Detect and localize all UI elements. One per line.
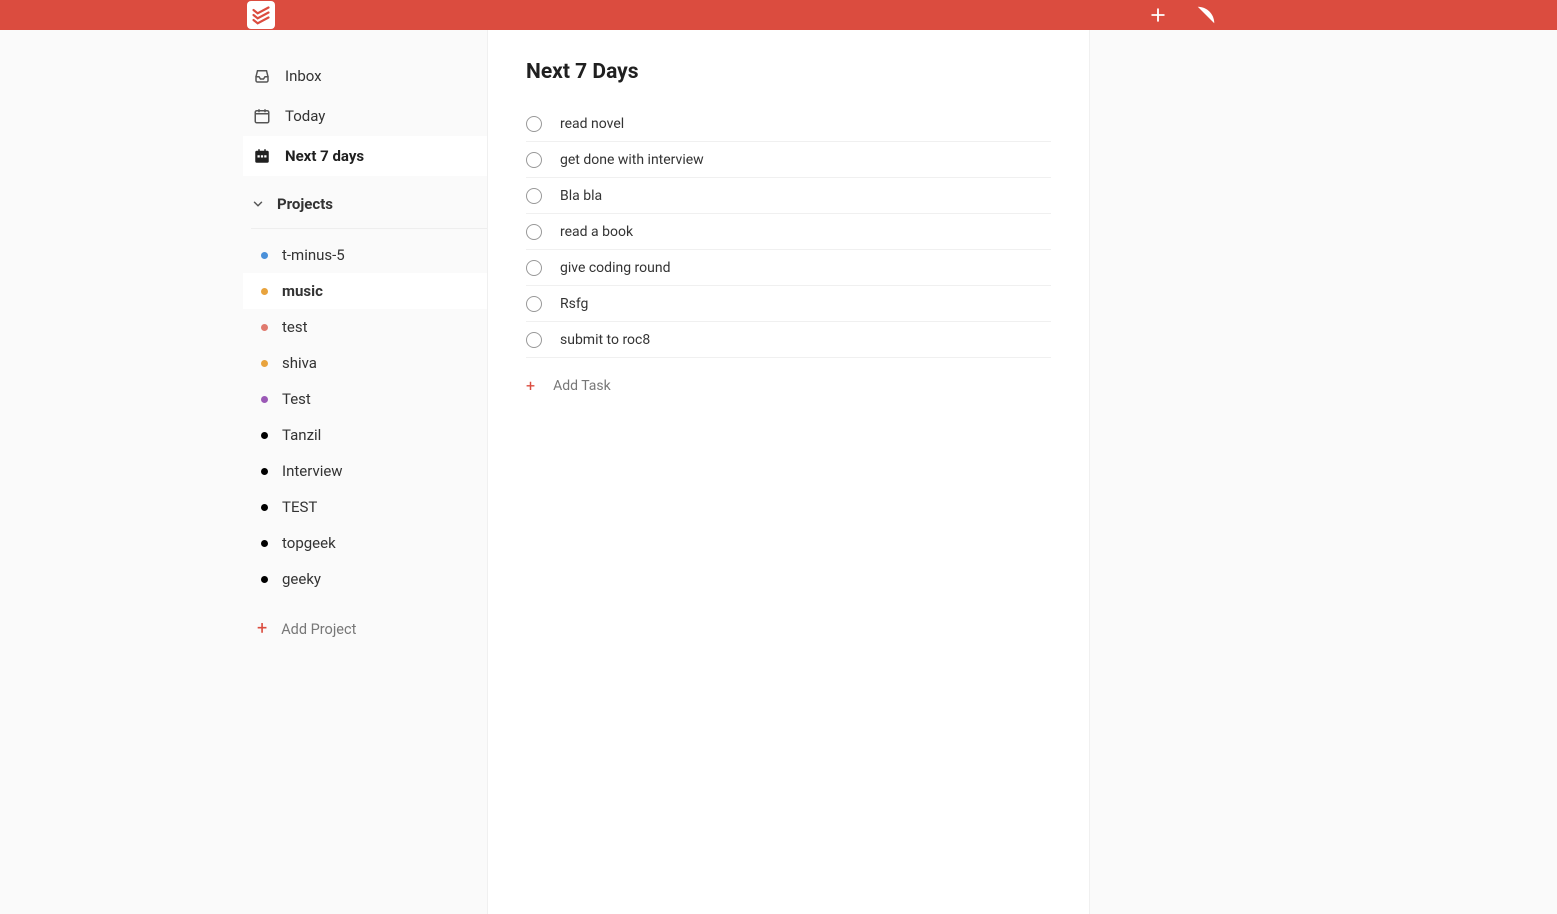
task-label: submit to roc8 bbox=[560, 332, 650, 348]
task-checkbox[interactable] bbox=[526, 188, 542, 204]
task-checkbox[interactable] bbox=[526, 296, 542, 312]
project-label: Interview bbox=[282, 462, 343, 480]
project-item[interactable]: Interview bbox=[243, 453, 487, 489]
project-label: topgeek bbox=[282, 534, 336, 552]
pizza-icon[interactable] bbox=[1194, 3, 1218, 27]
task-row[interactable]: Bla bla bbox=[526, 178, 1051, 214]
project-label: TEST bbox=[282, 498, 317, 516]
task-row[interactable]: submit to roc8 bbox=[526, 322, 1051, 358]
chevron-down-icon bbox=[249, 195, 267, 213]
todoist-logo-icon bbox=[251, 5, 271, 25]
plus-icon: + bbox=[257, 620, 267, 638]
project-color-dot bbox=[261, 432, 268, 439]
add-project-label: Add Project bbox=[281, 621, 356, 638]
task-row[interactable]: get done with interview bbox=[526, 142, 1051, 178]
projects-header-label: Projects bbox=[277, 195, 333, 213]
project-color-dot bbox=[261, 288, 268, 295]
sidebar-filter-label: Inbox bbox=[285, 67, 322, 85]
calendar-today-icon bbox=[253, 107, 271, 125]
project-color-dot bbox=[261, 576, 268, 583]
task-row[interactable]: give coding round bbox=[526, 250, 1051, 286]
project-list: t-minus-5 music test shiva Test Tanzil Intervi… bbox=[243, 237, 487, 597]
project-item[interactable]: t-minus-5 bbox=[243, 237, 487, 273]
plus-icon: + bbox=[526, 378, 535, 394]
project-label: music bbox=[282, 282, 323, 300]
project-color-dot bbox=[261, 324, 268, 331]
add-task-label: Add Task bbox=[553, 378, 611, 394]
project-item[interactable]: test bbox=[243, 309, 487, 345]
task-checkbox[interactable] bbox=[526, 116, 542, 132]
sidebar-filter-next7[interactable]: Next 7 days bbox=[243, 136, 487, 176]
project-color-dot bbox=[261, 396, 268, 403]
task-row[interactable]: read novel bbox=[526, 106, 1051, 142]
task-checkbox[interactable] bbox=[526, 224, 542, 240]
project-item[interactable]: geeky bbox=[243, 561, 487, 597]
project-color-dot bbox=[261, 360, 268, 367]
app-body: Inbox Today Next 7 days Projects t-minus… bbox=[0, 30, 1557, 914]
topbar-left bbox=[0, 1, 275, 29]
project-color-dot bbox=[261, 468, 268, 475]
divider bbox=[251, 228, 487, 229]
project-label: t-minus-5 bbox=[282, 246, 345, 264]
topbar-right bbox=[1146, 3, 1557, 27]
page-title: Next 7 Days bbox=[526, 60, 1051, 84]
inbox-icon bbox=[253, 67, 271, 85]
calendar-week-icon bbox=[253, 147, 271, 165]
task-label: give coding round bbox=[560, 260, 670, 276]
add-task-button[interactable]: + Add Task bbox=[526, 368, 1051, 404]
project-label: Test bbox=[282, 390, 311, 408]
right-gutter bbox=[1090, 30, 1557, 914]
main-content: Next 7 Days read novel get done with inte… bbox=[488, 30, 1090, 914]
project-label: shiva bbox=[282, 354, 317, 372]
task-checkbox[interactable] bbox=[526, 332, 542, 348]
task-checkbox[interactable] bbox=[526, 152, 542, 168]
task-row[interactable]: read a book bbox=[526, 214, 1051, 250]
task-list: read novel get done with interview Bla bla… bbox=[526, 106, 1051, 358]
task-label: Rsfg bbox=[560, 296, 588, 312]
project-item[interactable]: topgeek bbox=[243, 525, 487, 561]
add-project-button[interactable]: + Add Project bbox=[243, 609, 487, 649]
project-item[interactable]: Tanzil bbox=[243, 417, 487, 453]
project-color-dot bbox=[261, 252, 268, 259]
app-logo[interactable] bbox=[247, 1, 275, 29]
task-checkbox[interactable] bbox=[526, 260, 542, 276]
project-label: test bbox=[282, 318, 308, 336]
project-item[interactable]: shiva bbox=[243, 345, 487, 381]
task-label: read a book bbox=[560, 224, 633, 240]
task-label: get done with interview bbox=[560, 152, 704, 168]
sidebar-filter-label: Next 7 days bbox=[285, 147, 364, 165]
project-item[interactable]: music bbox=[243, 273, 487, 309]
project-label: Tanzil bbox=[282, 426, 321, 444]
project-item[interactable]: TEST bbox=[243, 489, 487, 525]
project-color-dot bbox=[261, 540, 268, 547]
task-label: Bla bla bbox=[560, 188, 602, 204]
sidebar-filter-today[interactable]: Today bbox=[243, 96, 487, 136]
task-label: read novel bbox=[560, 116, 624, 132]
project-color-dot bbox=[261, 504, 268, 511]
sidebar-filter-label: Today bbox=[285, 107, 325, 125]
sidebar: Inbox Today Next 7 days Projects t-minus… bbox=[243, 30, 488, 914]
left-gutter bbox=[0, 30, 243, 914]
projects-header[interactable]: Projects bbox=[243, 180, 487, 228]
task-row[interactable]: Rsfg bbox=[526, 286, 1051, 322]
project-label: geeky bbox=[282, 570, 321, 588]
topbar bbox=[0, 0, 1557, 30]
add-icon[interactable] bbox=[1146, 3, 1170, 27]
sidebar-filter-inbox[interactable]: Inbox bbox=[243, 56, 487, 96]
project-item[interactable]: Test bbox=[243, 381, 487, 417]
